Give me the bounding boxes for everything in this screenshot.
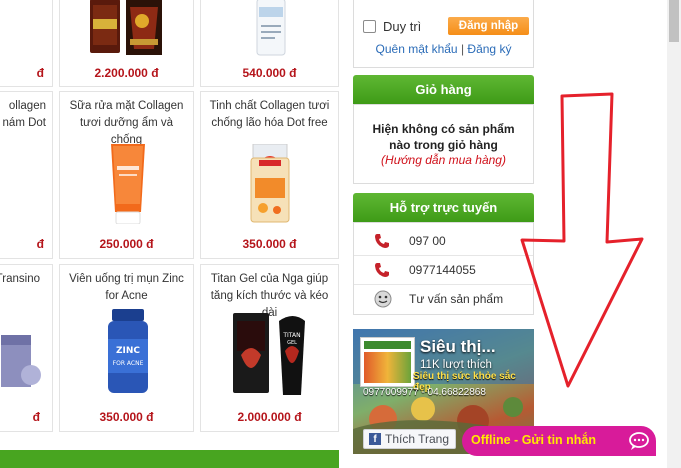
support-row[interactable]: 0977144055: [354, 256, 533, 285]
facebook-page-name[interactable]: Siêu thị...: [420, 337, 496, 357]
product-card[interactable]: đ: [0, 0, 53, 87]
svg-text:ZINC: ZINC: [116, 346, 140, 356]
support-row[interactable]: Tư vấn sản phẩm: [354, 285, 533, 314]
product-image[interactable]: [103, 144, 153, 225]
product-card[interactable]: Sữa rửa mặt Collagen tươi dưỡng ẩm và ch…: [59, 91, 194, 259]
scrollbar-thumb[interactable]: [669, 0, 679, 42]
section-bar: [0, 450, 339, 468]
product-image[interactable]: ZINC FOR ACNE: [102, 309, 154, 395]
product-name[interactable]: ollagen nám Dot: [3, 98, 46, 132]
support-row[interactable]: 097 00: [354, 227, 533, 256]
product-price: 250.000 đ: [99, 237, 154, 251]
product-name[interactable]: Transino: [0, 271, 40, 288]
product-price: 350.000 đ: [242, 237, 297, 251]
cart-empty-text: Hiện không có sản phẩm nào trong giỏ hàn…: [372, 122, 515, 152]
chat-bubble-icon: [628, 431, 650, 456]
product-card[interactable]: Viên uống trị mụn Zinc for Acne ZINC FOR…: [59, 264, 194, 432]
product-price: đ: [36, 66, 44, 80]
product-name[interactable]: Sữa rửa mặt Collagen tươi dưỡng ẩm và ch…: [64, 98, 189, 149]
product-name[interactable]: Viên uống trị mụn Zinc for Acne: [64, 271, 189, 305]
product-card[interactable]: 2.200.000 đ: [59, 0, 194, 87]
facebook-like-label: Thích Trang: [385, 432, 450, 446]
svg-text:GEL: GEL: [287, 340, 297, 346]
product-image[interactable]: [84, 0, 170, 55]
support-title: Hỗ trợ trực tuyến: [353, 193, 534, 222]
facebook-phones: 0977009977 - 04.66822868: [363, 387, 486, 398]
register-link[interactable]: Đăng ký: [467, 42, 511, 56]
product-image[interactable]: [1, 325, 49, 395]
product-price: 350.000 đ: [99, 410, 154, 424]
product-card[interactable]: 540.000 đ: [200, 0, 339, 87]
facebook-page-avatar[interactable]: [360, 337, 415, 387]
chat-widget-label: Offline - Gửi tin nhắn: [471, 433, 597, 447]
facebook-icon: f: [369, 433, 381, 445]
vertical-scrollbar[interactable]: [667, 0, 681, 468]
login-button[interactable]: Đăng nhập: [448, 17, 529, 35]
purchase-guide-link[interactable]: (Hướng dẫn mua hàng): [354, 153, 533, 167]
facebook-likes: 11K lượt thích: [420, 359, 492, 371]
facebook-like-button[interactable]: f Thích Trang: [363, 429, 456, 449]
annotation-arrow: [520, 92, 644, 388]
remember-checkbox[interactable]: [363, 20, 376, 33]
product-price: 540.000 đ: [242, 66, 297, 80]
login-box: Duy trì Đăng nhập Quên mật khẩu | Đăng k…: [353, 0, 534, 68]
product-card[interactable]: Tinh chất Collagen tươi chống lão hóa Do…: [200, 91, 339, 259]
product-price: 2.000.000 đ: [237, 410, 302, 424]
chat-widget[interactable]: Offline - Gửi tin nhắn: [462, 426, 656, 456]
cart-title: Giỏ hàng: [353, 75, 534, 104]
product-name[interactable]: Tinh chất Collagen tươi chống lão hóa Do…: [205, 98, 334, 132]
product-card[interactable]: Titan Gel của Nga giúp tăng kích thước v…: [200, 264, 339, 432]
support-consult[interactable]: Tư vấn sản phẩm: [409, 292, 503, 306]
product-price: 2.200.000 đ: [94, 66, 159, 80]
svg-text:FOR ACNE: FOR ACNE: [113, 360, 144, 367]
separator: |: [460, 42, 465, 56]
product-image[interactable]: [247, 143, 293, 224]
svg-text:TITAN: TITAN: [282, 332, 300, 339]
product-card[interactable]: ollagen nám Dot đ: [0, 91, 53, 259]
product-price: đ: [32, 410, 40, 424]
support-phone-1[interactable]: 097 00: [409, 234, 446, 248]
chat-face-icon: [374, 290, 392, 313]
product-card[interactable]: Transino đ: [0, 264, 53, 432]
product-image[interactable]: TITAN GEL: [227, 311, 317, 397]
phone-icon: [374, 233, 390, 254]
remember-label: Duy trì: [383, 19, 422, 34]
support-box: 097 00 0977144055 Tư vấn sản phẩm: [353, 222, 534, 315]
product-price: đ: [36, 237, 44, 251]
product-image[interactable]: [253, 0, 289, 57]
forgot-password-link[interactable]: Quên mật khẩu: [376, 42, 458, 56]
page: đ 2.200.000 đ 540.000 đ ollagen nám Dot …: [0, 0, 681, 468]
cart-box: Hiện không có sản phẩm nào trong giỏ hàn…: [353, 104, 534, 184]
support-phone-2[interactable]: 0977144055: [409, 263, 476, 277]
phone-icon: [374, 262, 390, 283]
